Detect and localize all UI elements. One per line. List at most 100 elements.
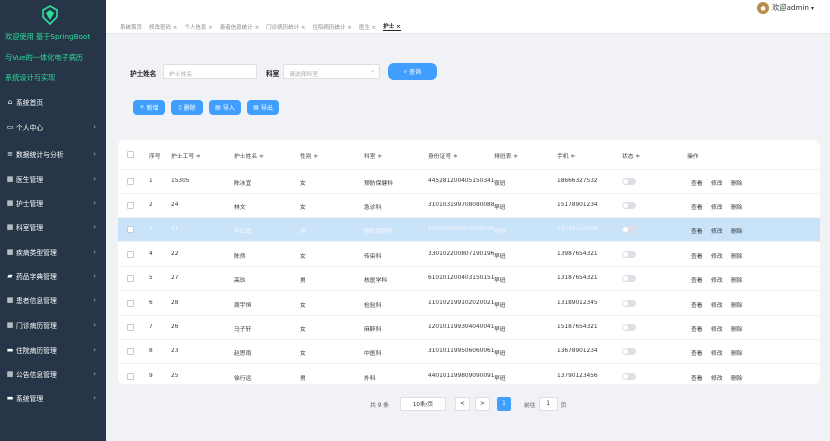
delete-row-button[interactable]: 删除 xyxy=(731,178,743,187)
view-button[interactable]: 查看 xyxy=(691,373,703,382)
prev-page-button[interactable]: < xyxy=(454,397,470,411)
sidebar-item-1[interactable]: ▭ 个人中心 › xyxy=(0,117,106,137)
table-row[interactable]: 8 23 赵思雨 女 中医科 310101199506060061 早班 1367890123… xyxy=(118,340,820,364)
sidebar-item-4[interactable]: ▦ 护士管理 › xyxy=(0,193,106,213)
view-button[interactable]: 查看 xyxy=(691,348,703,357)
table-row[interactable]: 4 22 陈然 女 传染科 330102200807190196 早班 13987654321… xyxy=(118,243,820,267)
nurse-name-input[interactable]: 护士姓名 xyxy=(163,64,257,79)
status-toggle[interactable] xyxy=(622,324,636,331)
table-row[interactable]: 6 28 周宇恒 女 检验科 110102199102020021 早班 1318901234… xyxy=(118,292,820,316)
edit-button[interactable]: 修改 xyxy=(711,373,723,382)
delete-row-button[interactable]: 删除 xyxy=(731,300,743,309)
edit-button[interactable]: 修改 xyxy=(711,300,723,309)
view-button[interactable]: 查看 xyxy=(691,202,703,211)
chevron-down-icon[interactable]: ▾ xyxy=(811,5,814,12)
sidebar-item-10[interactable]: ▬ 住院病历管理 › xyxy=(0,340,106,360)
status-toggle[interactable] xyxy=(622,226,636,233)
status-toggle[interactable] xyxy=(622,251,636,258)
row-checkbox[interactable] xyxy=(127,226,134,233)
view-button[interactable]: 查看 xyxy=(691,300,703,309)
view-button[interactable]: 查看 xyxy=(691,178,703,187)
row-checkbox[interactable] xyxy=(127,300,134,307)
status-toggle[interactable] xyxy=(622,373,636,380)
tab-3[interactable]: 患者信息统计 × xyxy=(220,23,259,31)
export-button[interactable]: ▤ 导出 xyxy=(247,100,279,115)
column-header[interactable]: 排班表 ≑ xyxy=(494,151,518,160)
delete-row-button[interactable]: 删除 xyxy=(731,324,743,333)
edit-button[interactable]: 修改 xyxy=(711,226,723,235)
table-row[interactable]: 3 21 李红霞 男 预防保健科 610102200604010316 早班 13729123… xyxy=(118,218,820,242)
view-button[interactable]: 查看 xyxy=(691,324,703,333)
table-row[interactable]: 1 15305 陈冰宜 女 预防保健科 445281200405150341 夜班 18666… xyxy=(118,170,820,194)
column-header[interactable]: 状态 ≑ xyxy=(622,151,640,160)
sidebar-item-3[interactable]: ▦ 医生管理 › xyxy=(0,169,106,189)
department-select[interactable]: 请选择科室 ⌄ xyxy=(283,64,380,79)
sidebar-item-7[interactable]: ▰ 药品字典管理 › xyxy=(0,266,106,286)
column-header[interactable]: 身份证号 ≑ xyxy=(428,151,458,160)
status-toggle[interactable] xyxy=(622,275,636,282)
import-button[interactable]: ▤ 导入 xyxy=(209,100,241,115)
column-header[interactable]: 科室 ≑ xyxy=(364,151,382,160)
edit-button[interactable]: 修改 xyxy=(711,275,723,284)
table-row[interactable]: 5 27 高玖 男 核医学科 610101200403150151 早班 1318765432… xyxy=(118,267,820,291)
user-label[interactable]: 欢迎admin xyxy=(772,3,809,13)
sidebar-item-5[interactable]: ▦ 科室管理 › xyxy=(0,217,106,237)
sidebar-item-6[interactable]: ▦ 疾病类型管理 › xyxy=(0,242,106,262)
table-row[interactable]: 7 26 马子轩 女 麻醉科 120101199304040041 早班 1518765432… xyxy=(118,316,820,340)
goto-page-input[interactable]: 1 xyxy=(538,397,558,411)
user-menu[interactable]: ● 欢迎admin ▾ xyxy=(757,2,814,14)
status-toggle[interactable] xyxy=(622,178,636,185)
edit-button[interactable]: 修改 xyxy=(711,202,723,211)
view-button[interactable]: 查看 xyxy=(691,226,703,235)
row-checkbox[interactable] xyxy=(127,324,134,331)
delete-row-button[interactable]: 删除 xyxy=(731,275,743,284)
column-header[interactable]: 护士姓名 ≑ xyxy=(234,151,264,160)
view-button[interactable]: 查看 xyxy=(691,275,703,284)
edit-button[interactable]: 修改 xyxy=(711,178,723,187)
row-checkbox[interactable] xyxy=(127,251,134,258)
status-toggle[interactable] xyxy=(622,348,636,355)
page-size-select[interactable]: 10条/页 xyxy=(399,397,446,411)
tab-0[interactable]: 系统首页 xyxy=(120,23,142,31)
status-toggle[interactable] xyxy=(622,300,636,307)
page-1-button[interactable]: 1 xyxy=(496,397,511,411)
tab-4[interactable]: 门诊病历统计 × xyxy=(266,23,305,31)
sidebar-item-11[interactable]: ▦ 公告信息管理 › xyxy=(0,364,106,384)
tab-6[interactable]: 医生 × xyxy=(359,23,376,31)
row-checkbox[interactable] xyxy=(127,373,134,380)
row-checkbox[interactable] xyxy=(127,275,134,282)
column-header[interactable]: 性别 ≑ xyxy=(300,151,318,160)
column-header[interactable]: 序号 xyxy=(149,151,161,160)
delete-row-button[interactable]: 删除 xyxy=(731,348,743,357)
sidebar-item-0[interactable]: ⌂ 系统首页 xyxy=(0,92,106,112)
table-row[interactable]: 9 25 徐行远 男 外科 440101199809090091 早班 13790123456… xyxy=(118,365,820,389)
tab-2[interactable]: 个人信息 × xyxy=(184,23,212,31)
column-header[interactable]: 护士工号 ≑ xyxy=(171,151,201,160)
select-all-checkbox[interactable] xyxy=(127,151,134,158)
delete-row-button[interactable]: 删除 xyxy=(731,226,743,235)
delete-button[interactable]: ▯ 删除 xyxy=(171,100,203,115)
add-button[interactable]: + 新增 xyxy=(133,100,165,115)
tab-1[interactable]: 修改密码 × xyxy=(149,23,177,31)
tab-7[interactable]: 护士 × xyxy=(383,22,401,31)
column-header[interactable]: 操作 xyxy=(687,151,699,160)
edit-button[interactable]: 修改 xyxy=(711,348,723,357)
sidebar-item-8[interactable]: ▦ 患者信息管理 › xyxy=(0,290,106,310)
sidebar-item-12[interactable]: ▬ 系统管理 › xyxy=(0,388,106,408)
tab-5[interactable]: 住院病历统计 × xyxy=(312,23,351,31)
sidebar-item-9[interactable]: ▦ 门诊病历管理 › xyxy=(0,315,106,335)
next-page-button[interactable]: > xyxy=(474,397,490,411)
row-checkbox[interactable] xyxy=(127,348,134,355)
delete-row-button[interactable]: 删除 xyxy=(731,373,743,382)
view-button[interactable]: 查看 xyxy=(691,251,703,260)
avatar[interactable]: ● xyxy=(757,2,770,14)
column-header[interactable]: 手机 ≑ xyxy=(557,151,575,160)
row-checkbox[interactable] xyxy=(127,202,134,209)
status-toggle[interactable] xyxy=(622,202,636,209)
sidebar-item-2[interactable]: ≡ 数据统计与分析 › xyxy=(0,144,106,164)
table-row[interactable]: 2 24 林文 女 急诊科 310103199708080088 早班 15178901234… xyxy=(118,194,820,218)
edit-button[interactable]: 修改 xyxy=(711,324,723,333)
delete-row-button[interactable]: 删除 xyxy=(731,251,743,260)
row-checkbox[interactable] xyxy=(127,178,134,185)
search-button[interactable]: ⌕ 查询 xyxy=(388,63,437,80)
